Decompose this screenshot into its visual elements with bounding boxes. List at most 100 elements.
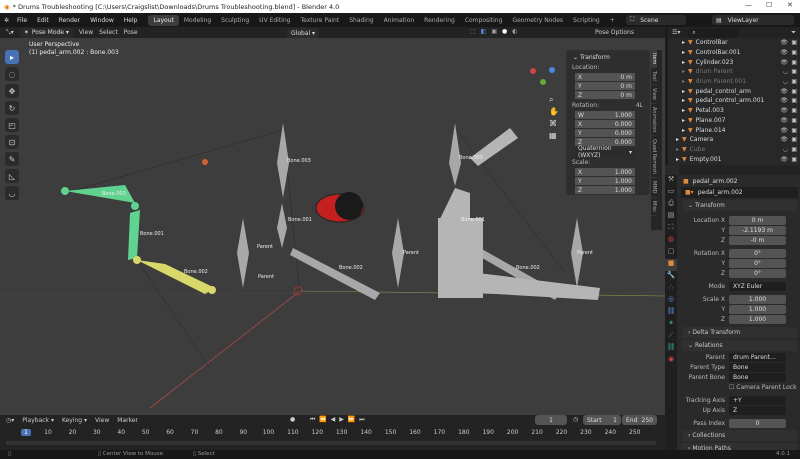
tab-view[interactable]: View	[651, 85, 657, 104]
render-camera-icon[interactable]: ▣	[791, 59, 797, 66]
eye-icon[interactable]: ◡	[783, 78, 788, 85]
navigation-gizmo[interactable]	[530, 67, 555, 85]
render-camera-icon[interactable]: ▣	[791, 68, 797, 75]
outliner-item[interactable]: ▸ ▼ drum Parent ◡ ▣	[668, 67, 800, 77]
collection-tab-icon[interactable]: ▢	[665, 247, 677, 259]
maximize-button[interactable]: ☐	[766, 1, 772, 9]
orientation-selector[interactable]: Global ▾	[287, 28, 320, 38]
shading-material-icon[interactable]: ◐	[512, 28, 517, 35]
tab-mmd[interactable]: MMD	[651, 178, 657, 198]
tab-quad-remesh[interactable]: Quad Remesh	[651, 136, 657, 179]
zoom-icon[interactable]: ⌕	[549, 95, 553, 104]
timeline-scrollbar[interactable]	[6, 441, 656, 445]
scale-z-row[interactable]: Z 1.000	[679, 315, 800, 325]
close-button[interactable]: ✕	[787, 1, 793, 9]
render-camera-icon[interactable]: ▣	[791, 127, 797, 134]
render-camera-icon[interactable]: ▣	[791, 39, 797, 46]
render-camera-icon[interactable]: ▣	[791, 78, 797, 85]
expand-arrow-icon[interactable]: ▸	[682, 127, 685, 134]
rotation-lock-4l[interactable]: 4L	[636, 102, 643, 109]
tab-sculpting[interactable]: Sculpting	[216, 15, 254, 26]
delta-transform-header[interactable]: › Delta Transform	[682, 326, 797, 338]
rotation-w-field[interactable]: W 1.000	[575, 111, 635, 119]
blender-menu-icon[interactable]: ✲	[4, 17, 9, 24]
expand-arrow-icon[interactable]: ▸	[682, 49, 685, 56]
scene-tab-icon[interactable]: ⛶	[665, 223, 677, 235]
collections-header[interactable]: › Collections	[682, 430, 797, 441]
tool-tab-icon[interactable]: ⚒	[665, 175, 677, 187]
expand-arrow-icon[interactable]: ▸	[676, 136, 679, 143]
rotate-tool-icon[interactable]: ↻	[5, 101, 19, 115]
material-tab-icon[interactable]: ◉	[665, 355, 677, 367]
menu-render[interactable]: Render	[54, 17, 85, 24]
outliner-item[interactable]: ▸ ▼ pedal_control_arm.001 👁 ▣	[668, 96, 800, 106]
parent-row[interactable]: Parent drum Parent...	[679, 352, 800, 363]
outliner-item[interactable]: ▸ ▼ ControlBar.001 👁 ▣	[668, 48, 800, 58]
editor-type-clock-icon[interactable]: ◷▾	[6, 417, 14, 424]
bone-tab-icon[interactable]: ⟋	[665, 331, 677, 343]
bone-constraints-tab-icon[interactable]: ⛓	[665, 343, 677, 355]
scene-selector[interactable]: ⛶ Scene	[626, 15, 686, 25]
tab-animation[interactable]: Animation	[379, 15, 420, 26]
menu-window[interactable]: Window	[85, 17, 119, 24]
expand-arrow-icon[interactable]: ▸	[682, 88, 685, 95]
menu-view[interactable]: View	[79, 29, 93, 36]
modifier-tab-icon[interactable]: 🔧	[665, 271, 677, 283]
location-x-field[interactable]: X0 m	[575, 73, 635, 81]
location-y-field[interactable]: Y0 m	[575, 82, 635, 90]
rotation-mode-select[interactable]: Quaternion (WXYZ) ▾	[575, 145, 635, 159]
editor-type-icon[interactable]: ⤡▾	[6, 29, 14, 37]
render-camera-icon[interactable]: ▣	[791, 107, 797, 114]
eye-icon[interactable]: 👁	[780, 127, 788, 134]
properties-search[interactable]	[679, 165, 800, 175]
rotation-y-field[interactable]: Y 0.000	[575, 129, 635, 137]
expand-arrow-icon[interactable]: ▸	[682, 107, 685, 114]
eye-icon[interactable]: 👁	[780, 39, 788, 46]
preview-range-icon[interactable]: ◷	[573, 416, 578, 423]
expand-arrow-icon[interactable]: ▸	[682, 78, 685, 85]
outliner-search-input[interactable]: ⌕	[688, 27, 739, 38]
physics-tab-icon[interactable]: ◎	[665, 295, 677, 307]
mode-selector[interactable]: ✶ Pose Mode ▾	[19, 27, 73, 38]
current-frame-field[interactable]: 1	[535, 415, 567, 425]
pan-hand-icon[interactable]: ✋	[549, 106, 559, 116]
render-camera-icon[interactable]: ▣	[791, 97, 797, 104]
frame-ruler[interactable]: 1 10 20 30 40 50 60 70 80 90 100 110 120 130 140 150 160…	[0, 429, 665, 438]
cursor-tool-icon[interactable]: ◌	[5, 67, 19, 81]
minimize-button[interactable]: —	[745, 1, 752, 9]
relations-header[interactable]: ⌄ Relations	[682, 339, 797, 351]
display-mode-icon[interactable]: ☰▾	[672, 29, 680, 36]
tab-modeling[interactable]: Modeling	[179, 15, 216, 26]
rotation-x-field[interactable]: X 0.000	[575, 120, 635, 128]
location-x-row[interactable]: Location X0 m	[679, 216, 800, 226]
location-z-field[interactable]: Z0 m	[575, 91, 635, 99]
light-icon[interactable]	[202, 159, 208, 165]
pass-index-row[interactable]: Pass Index 0	[679, 418, 800, 429]
view-layer-selector[interactable]: ▤ ViewLayer	[712, 15, 794, 25]
tab-item[interactable]: Item	[651, 50, 657, 69]
bone-tool-icon[interactable]: ◡	[5, 186, 19, 200]
menu-edit[interactable]: Edit	[32, 17, 54, 24]
outliner-item[interactable]: ▸ ▼ Cylinder.023 👁 ▣	[668, 57, 800, 67]
outliner-item[interactable]: ▸ ▼ pedal_control_arm 👁 ▣	[668, 86, 800, 96]
add-workspace-button[interactable]: +	[605, 15, 620, 26]
overlay-icon[interactable]: ◧	[481, 28, 487, 35]
scale-y-field[interactable]: Y 1.000	[575, 177, 635, 185]
render-camera-icon[interactable]: ▣	[791, 146, 797, 153]
playback-controls[interactable]: ⏮ ⏪ ◀ ▶ ⏩ ⏭	[310, 416, 366, 424]
eye-icon[interactable]: 👁	[780, 117, 788, 124]
outliner-item[interactable]: ▸ ▼ Camera 👁 ▣	[668, 135, 800, 145]
object-tab-icon[interactable]: ■	[665, 259, 677, 271]
rotation-mode-row[interactable]: Mode XYZ Euler	[679, 282, 800, 292]
menu-playback[interactable]: Playback ▾	[22, 417, 54, 424]
move-tool-icon[interactable]: ✥	[5, 84, 19, 98]
particles-tab-icon[interactable]: ∴	[665, 283, 677, 295]
end-frame-field[interactable]: End 250	[622, 415, 657, 425]
tab-misc[interactable]: Misc	[651, 198, 657, 217]
outliner-item[interactable]: ▸ ▼ ControlBar 👁 ▣	[668, 38, 800, 48]
gizmo-icon[interactable]: ⬚	[470, 28, 476, 35]
scale-x-row[interactable]: Scale X 1.000	[679, 295, 800, 305]
expand-arrow-icon[interactable]: ▸	[682, 68, 685, 75]
menu-pose[interactable]: Pose	[124, 29, 138, 36]
menu-view[interactable]: View	[95, 417, 109, 424]
